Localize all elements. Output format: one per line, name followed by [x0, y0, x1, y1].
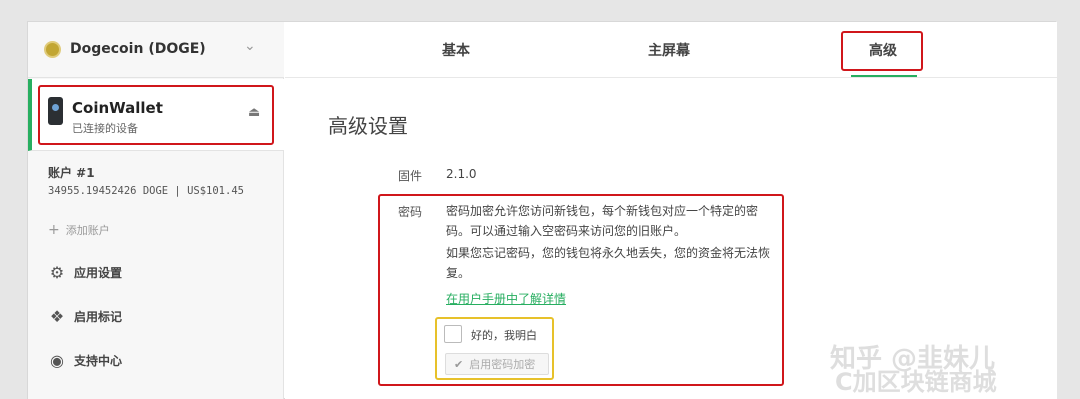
coin-name: Dogecoin (DOGE) — [70, 41, 206, 57]
sidebar-item-label: 应用设置 — [74, 265, 123, 280]
page-title: 高级设置 — [328, 114, 408, 138]
active-tab-indicator — [851, 75, 917, 77]
add-account-button[interactable]: + 添加账户 — [48, 222, 110, 238]
watermark-line2: C加区块链商城 — [835, 368, 997, 396]
sidebar-item-enable-labeling[interactable]: ❖ 启用标记 — [48, 306, 123, 326]
account-label: 账户 #1 — [48, 166, 95, 180]
highlight-box-tab — [841, 31, 923, 71]
tab-bar: 基本 主屏幕 高级 — [285, 22, 1057, 78]
account-item[interactable]: 账户 #1 34955.19452426 DOGE | US$101.45 — [48, 164, 244, 197]
sidebar-item-label: 启用标记 — [74, 309, 123, 324]
tab-home-screen[interactable]: 主屏幕 — [648, 40, 690, 60]
sidebar: Dogecoin (DOGE) ⌄ CoinWallet 已连接的设备 ⏏ 账户… — [28, 22, 284, 399]
add-account-label: 添加账户 — [65, 224, 110, 237]
gear-icon: ⚙ — [49, 262, 65, 282]
firmware-value: 2.1.0 — [446, 167, 477, 181]
dogecoin-logo-icon — [44, 41, 61, 58]
coin-selector[interactable]: Dogecoin (DOGE) ⌄ — [28, 22, 284, 78]
sidebar-item-label: 支持中心 — [74, 353, 123, 368]
firmware-label: 固件 — [398, 169, 423, 183]
dropbox-icon: ❖ — [49, 306, 65, 326]
chevron-down-icon[interactable]: ⌄ — [244, 38, 256, 54]
sidebar-item-app-settings[interactable]: ⚙ 应用设置 — [48, 262, 123, 282]
plus-icon: + — [48, 222, 60, 238]
lifebuoy-icon: ◉ — [50, 350, 64, 370]
highlight-box-password — [378, 194, 784, 386]
highlight-box-device — [38, 85, 274, 145]
account-balance: 34955.19452426 DOGE | US$101.45 — [48, 185, 244, 197]
sidebar-item-support-center[interactable]: ◉ 支持中心 — [48, 350, 123, 370]
tab-basic[interactable]: 基本 — [442, 40, 470, 60]
